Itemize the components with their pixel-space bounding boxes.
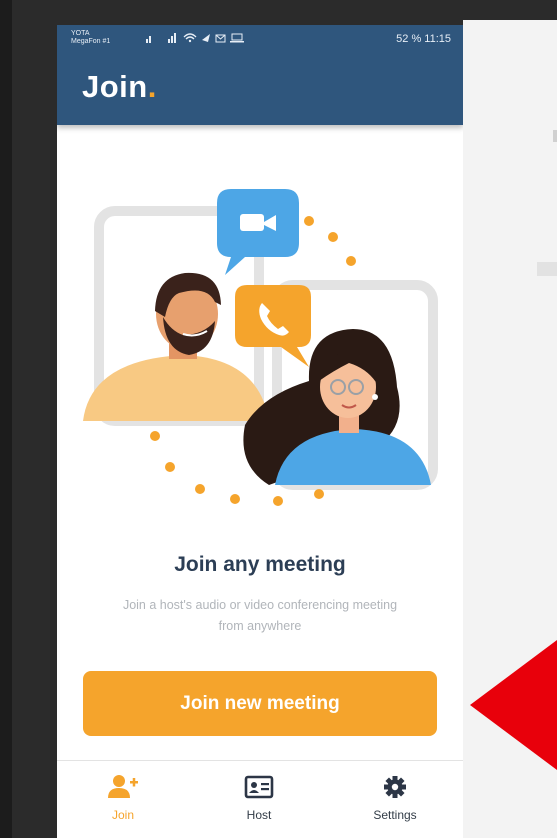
signal-wifi-icons [146, 33, 244, 43]
section-heading: Join any meeting [174, 553, 346, 576]
section-description: Join a host's audio or video conferencin… [122, 598, 398, 633]
gear-icon [384, 776, 406, 798]
annotation-arrow-icon [470, 640, 557, 770]
status-bar: YOTA MegaFon #1 52 % 11:15 [71, 29, 451, 49]
signal-icons [146, 31, 256, 46]
add-user-icon [108, 775, 138, 798]
nav-label-join: Join [111, 808, 134, 822]
id-card-icon [244, 775, 274, 799]
carrier-name: YOTA [71, 30, 90, 37]
title-accent-dot: . [147, 69, 157, 104]
woman-avatar [243, 329, 431, 485]
join-new-meeting-button[interactable]: Join new meeting [83, 671, 437, 736]
carrier-info: YOTA MegaFon #1 [71, 30, 110, 46]
bottom-navigation: Join Host Settings [57, 761, 463, 838]
background-artifact [537, 262, 557, 276]
phone-screen: YOTA MegaFon #1 52 % 11:15 Join. Join an… [57, 25, 463, 838]
nav-item-join[interactable]: Join [63, 761, 183, 838]
carrier-name-secondary: MegaFon #1 [71, 38, 111, 45]
page-title: Join. [82, 69, 157, 105]
meeting-illustration [83, 189, 438, 506]
nav-item-host[interactable]: Host [199, 761, 319, 838]
left-margin [0, 0, 12, 838]
app-bar: YOTA MegaFon #1 52 % 11:15 Join. [57, 25, 463, 125]
nav-label-settings: Settings [373, 808, 417, 822]
background-artifact [553, 130, 557, 142]
battery-time: 52 % 11:15 [396, 33, 451, 45]
nav-label-host: Host [246, 808, 272, 822]
nav-item-settings[interactable]: Settings [335, 761, 455, 838]
title-text: Join [82, 69, 148, 104]
